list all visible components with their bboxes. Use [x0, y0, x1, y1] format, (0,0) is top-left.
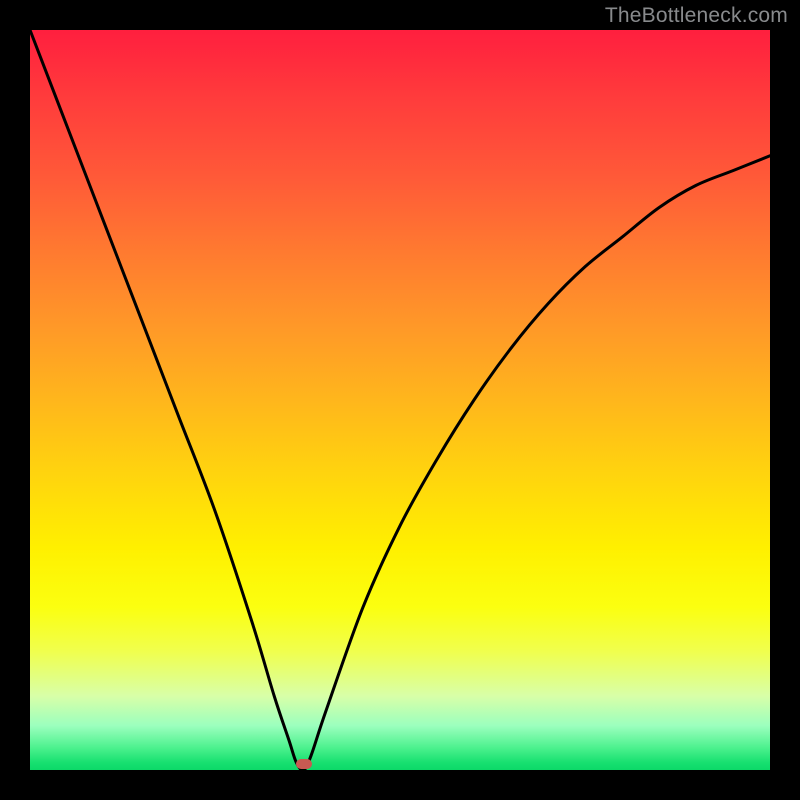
chart-frame: TheBottleneck.com	[0, 0, 800, 800]
plot-area	[30, 30, 770, 770]
bottleneck-curve-path	[30, 30, 770, 770]
watermark-text: TheBottleneck.com	[605, 4, 788, 28]
min-marker	[296, 759, 312, 769]
curve-svg	[30, 30, 770, 770]
